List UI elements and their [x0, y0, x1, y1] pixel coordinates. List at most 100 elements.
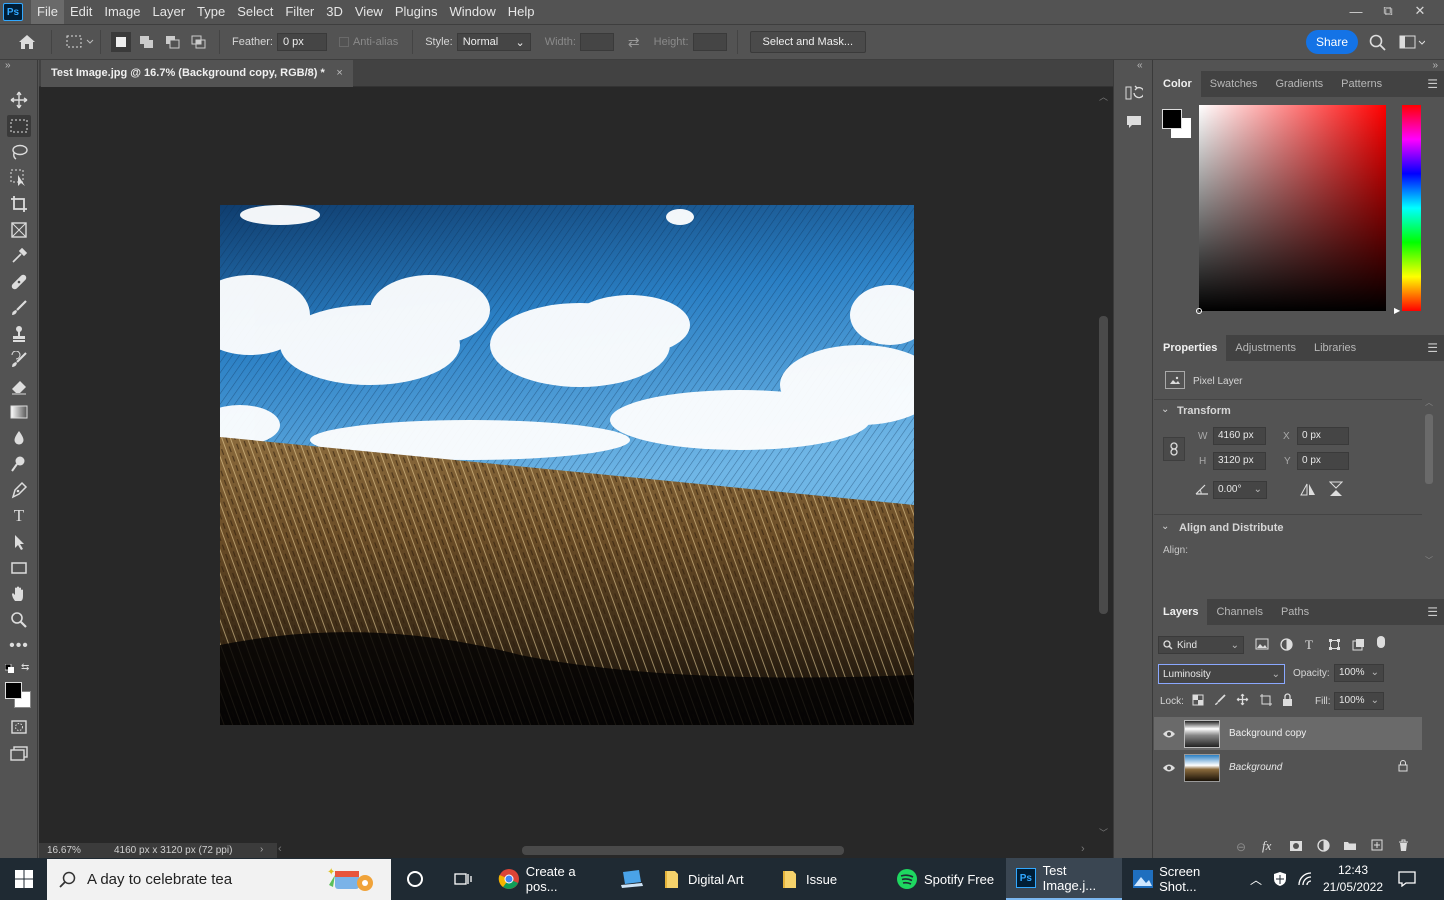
crop-tool-icon[interactable] — [7, 193, 31, 215]
tab-libraries[interactable]: Libraries — [1305, 335, 1365, 361]
x-field[interactable]: 0 px — [1297, 427, 1349, 445]
add-mask-icon[interactable] — [1289, 840, 1303, 855]
width-input[interactable] — [579, 33, 614, 51]
eye-icon[interactable] — [1154, 763, 1184, 773]
menu-edit[interactable]: Edit — [64, 0, 98, 24]
taskbar-issue[interactable]: Issue — [780, 858, 888, 900]
eye-icon[interactable] — [1154, 729, 1184, 739]
menu-select[interactable]: Select — [231, 0, 279, 24]
fx-icon[interactable]: fx — [1262, 838, 1271, 854]
new-group-icon[interactable] — [1343, 840, 1357, 854]
menu-file[interactable]: File — [31, 0, 64, 24]
tab-channels[interactable]: Channels — [1207, 599, 1271, 625]
select-and-mask-button[interactable]: Select and Mask... — [749, 31, 867, 53]
notifications-icon[interactable] — [1395, 858, 1419, 900]
feather-input[interactable]: 0 px — [276, 33, 327, 51]
collapse-left-icon[interactable]: « — [1137, 60, 1143, 71]
clone-stamp-tool-icon[interactable] — [7, 323, 31, 345]
filter-toggle-icon[interactable] — [1377, 636, 1385, 648]
layer-name[interactable]: Background — [1229, 762, 1282, 773]
eyedropper-tool-icon[interactable] — [7, 245, 31, 267]
taskbar-pinned-laptop[interactable] — [618, 858, 646, 900]
properties-scroll-thumb[interactable] — [1425, 414, 1433, 484]
collapse-toolbar-icon[interactable]: » — [5, 60, 11, 71]
intersect-selection-icon[interactable] — [189, 35, 209, 49]
swap-icon[interactable]: ⇄ — [628, 34, 640, 51]
brush-tool-icon[interactable] — [7, 297, 31, 319]
blend-mode-select[interactable]: Luminosity ⌄ — [1158, 664, 1285, 684]
zoom-level[interactable]: 16.67% — [47, 845, 81, 856]
style-select[interactable]: Normal ⌄ — [456, 33, 531, 51]
more-tools-icon[interactable]: ••• — [7, 635, 31, 657]
layer-row-background-copy[interactable]: Background copy — [1154, 717, 1422, 750]
menu-help[interactable]: Help — [502, 0, 541, 24]
flip-vertical-icon[interactable] — [1328, 481, 1344, 500]
scroll-up-icon[interactable]: ︿ — [1099, 90, 1108, 103]
tab-patterns[interactable]: Patterns — [1332, 71, 1391, 97]
new-adjustment-icon[interactable] — [1317, 839, 1330, 855]
quick-mask-icon[interactable] — [7, 716, 31, 738]
rectangle-tool-icon[interactable] — [7, 557, 31, 579]
menu-view[interactable]: View — [349, 0, 389, 24]
opacity-field[interactable]: 100% ⌄ — [1334, 664, 1384, 682]
photoshop-logo[interactable]: Ps — [3, 3, 23, 21]
marquee-preset-icon[interactable] — [66, 34, 94, 50]
subtract-selection-icon[interactable] — [163, 35, 183, 49]
menu-window[interactable]: Window — [443, 0, 501, 24]
menu-layer[interactable]: Layer — [147, 0, 192, 24]
lock-position-icon[interactable] — [1236, 693, 1249, 709]
swap-colors-icon[interactable]: ⇆ — [21, 662, 29, 673]
new-layer-icon[interactable] — [1371, 839, 1383, 854]
taskbar-digital-art[interactable]: Digital Art — [662, 858, 770, 900]
taskbar-spotify[interactable]: Spotify Free — [896, 858, 1004, 900]
show-hidden-icons[interactable]: ︿ — [1248, 858, 1264, 900]
antialias-checkbox[interactable] — [338, 37, 349, 47]
filter-smart-object-icon[interactable] — [1352, 638, 1365, 654]
align-distribute-title[interactable]: Align and Distribute — [1179, 522, 1284, 534]
width-field[interactable]: 4160 px — [1213, 427, 1266, 445]
link-layers-icon[interactable]: ⊖ — [1236, 840, 1246, 854]
zoom-tool-icon[interactable] — [7, 609, 31, 631]
workspace-icon[interactable] — [1399, 35, 1426, 54]
menu-plugins[interactable]: Plugins — [389, 0, 444, 24]
angle-field[interactable]: 0.00° ⌄ — [1213, 481, 1267, 499]
vertical-scroll-thumb[interactable] — [1099, 316, 1108, 614]
blur-tool-icon[interactable] — [7, 427, 31, 449]
height-input[interactable] — [692, 33, 727, 51]
gradient-tool-icon[interactable] — [7, 401, 31, 423]
taskbar-search-box[interactable]: A day to celebrate tea ✦ — [47, 859, 391, 900]
transform-chevron-icon[interactable]: ⌄ — [1161, 404, 1169, 415]
screen-mode-icon[interactable] — [7, 742, 31, 764]
tab-properties[interactable]: Properties — [1154, 335, 1227, 361]
menu-3d[interactable]: 3D — [320, 0, 349, 24]
kind-filter-select[interactable]: Kind ⌄ — [1158, 636, 1244, 654]
filter-adjustment-icon[interactable] — [1280, 638, 1293, 654]
tab-layers[interactable]: Layers — [1154, 599, 1208, 625]
document-tab[interactable]: Test Image.jpg @ 16.7% (Background copy,… — [41, 60, 353, 87]
taskbar-photoshop[interactable]: Ps Test Image.j... — [1006, 858, 1122, 900]
y-field[interactable]: 0 px — [1297, 452, 1349, 470]
eraser-tool-icon[interactable] — [7, 375, 31, 397]
comments-panel-icon[interactable] — [1126, 114, 1142, 133]
filter-pixel-icon[interactable] — [1255, 638, 1269, 653]
filter-type-icon[interactable]: T — [1305, 637, 1313, 653]
properties-scroll-down-icon[interactable]: ﹀ — [1425, 555, 1433, 566]
start-button[interactable] — [0, 858, 47, 900]
panel-foreground-swatch[interactable] — [1162, 109, 1182, 129]
history-brush-tool-icon[interactable] — [7, 349, 31, 371]
filter-shape-icon[interactable] — [1328, 638, 1341, 654]
collapse-right-icon[interactable]: » — [1432, 60, 1438, 71]
wifi-icon[interactable] — [1297, 858, 1315, 900]
status-menu-icon[interactable]: › — [260, 844, 263, 855]
color-field[interactable] — [1196, 105, 1386, 314]
layers-panel-menu-icon[interactable]: ☰ — [1427, 605, 1438, 619]
path-selection-tool-icon[interactable] — [7, 531, 31, 553]
add-selection-icon[interactable] — [137, 35, 157, 49]
tab-swatches[interactable]: Swatches — [1201, 71, 1267, 97]
security-shield-icon[interactable] — [1271, 858, 1289, 900]
history-panel-icon[interactable] — [1125, 84, 1145, 105]
horizontal-scrollbar[interactable]: ‹ › — [277, 843, 1095, 858]
link-dimensions-icon[interactable] — [1163, 437, 1185, 461]
search-icon[interactable] — [1369, 34, 1387, 55]
horizontal-scroll-thumb[interactable] — [522, 846, 844, 855]
